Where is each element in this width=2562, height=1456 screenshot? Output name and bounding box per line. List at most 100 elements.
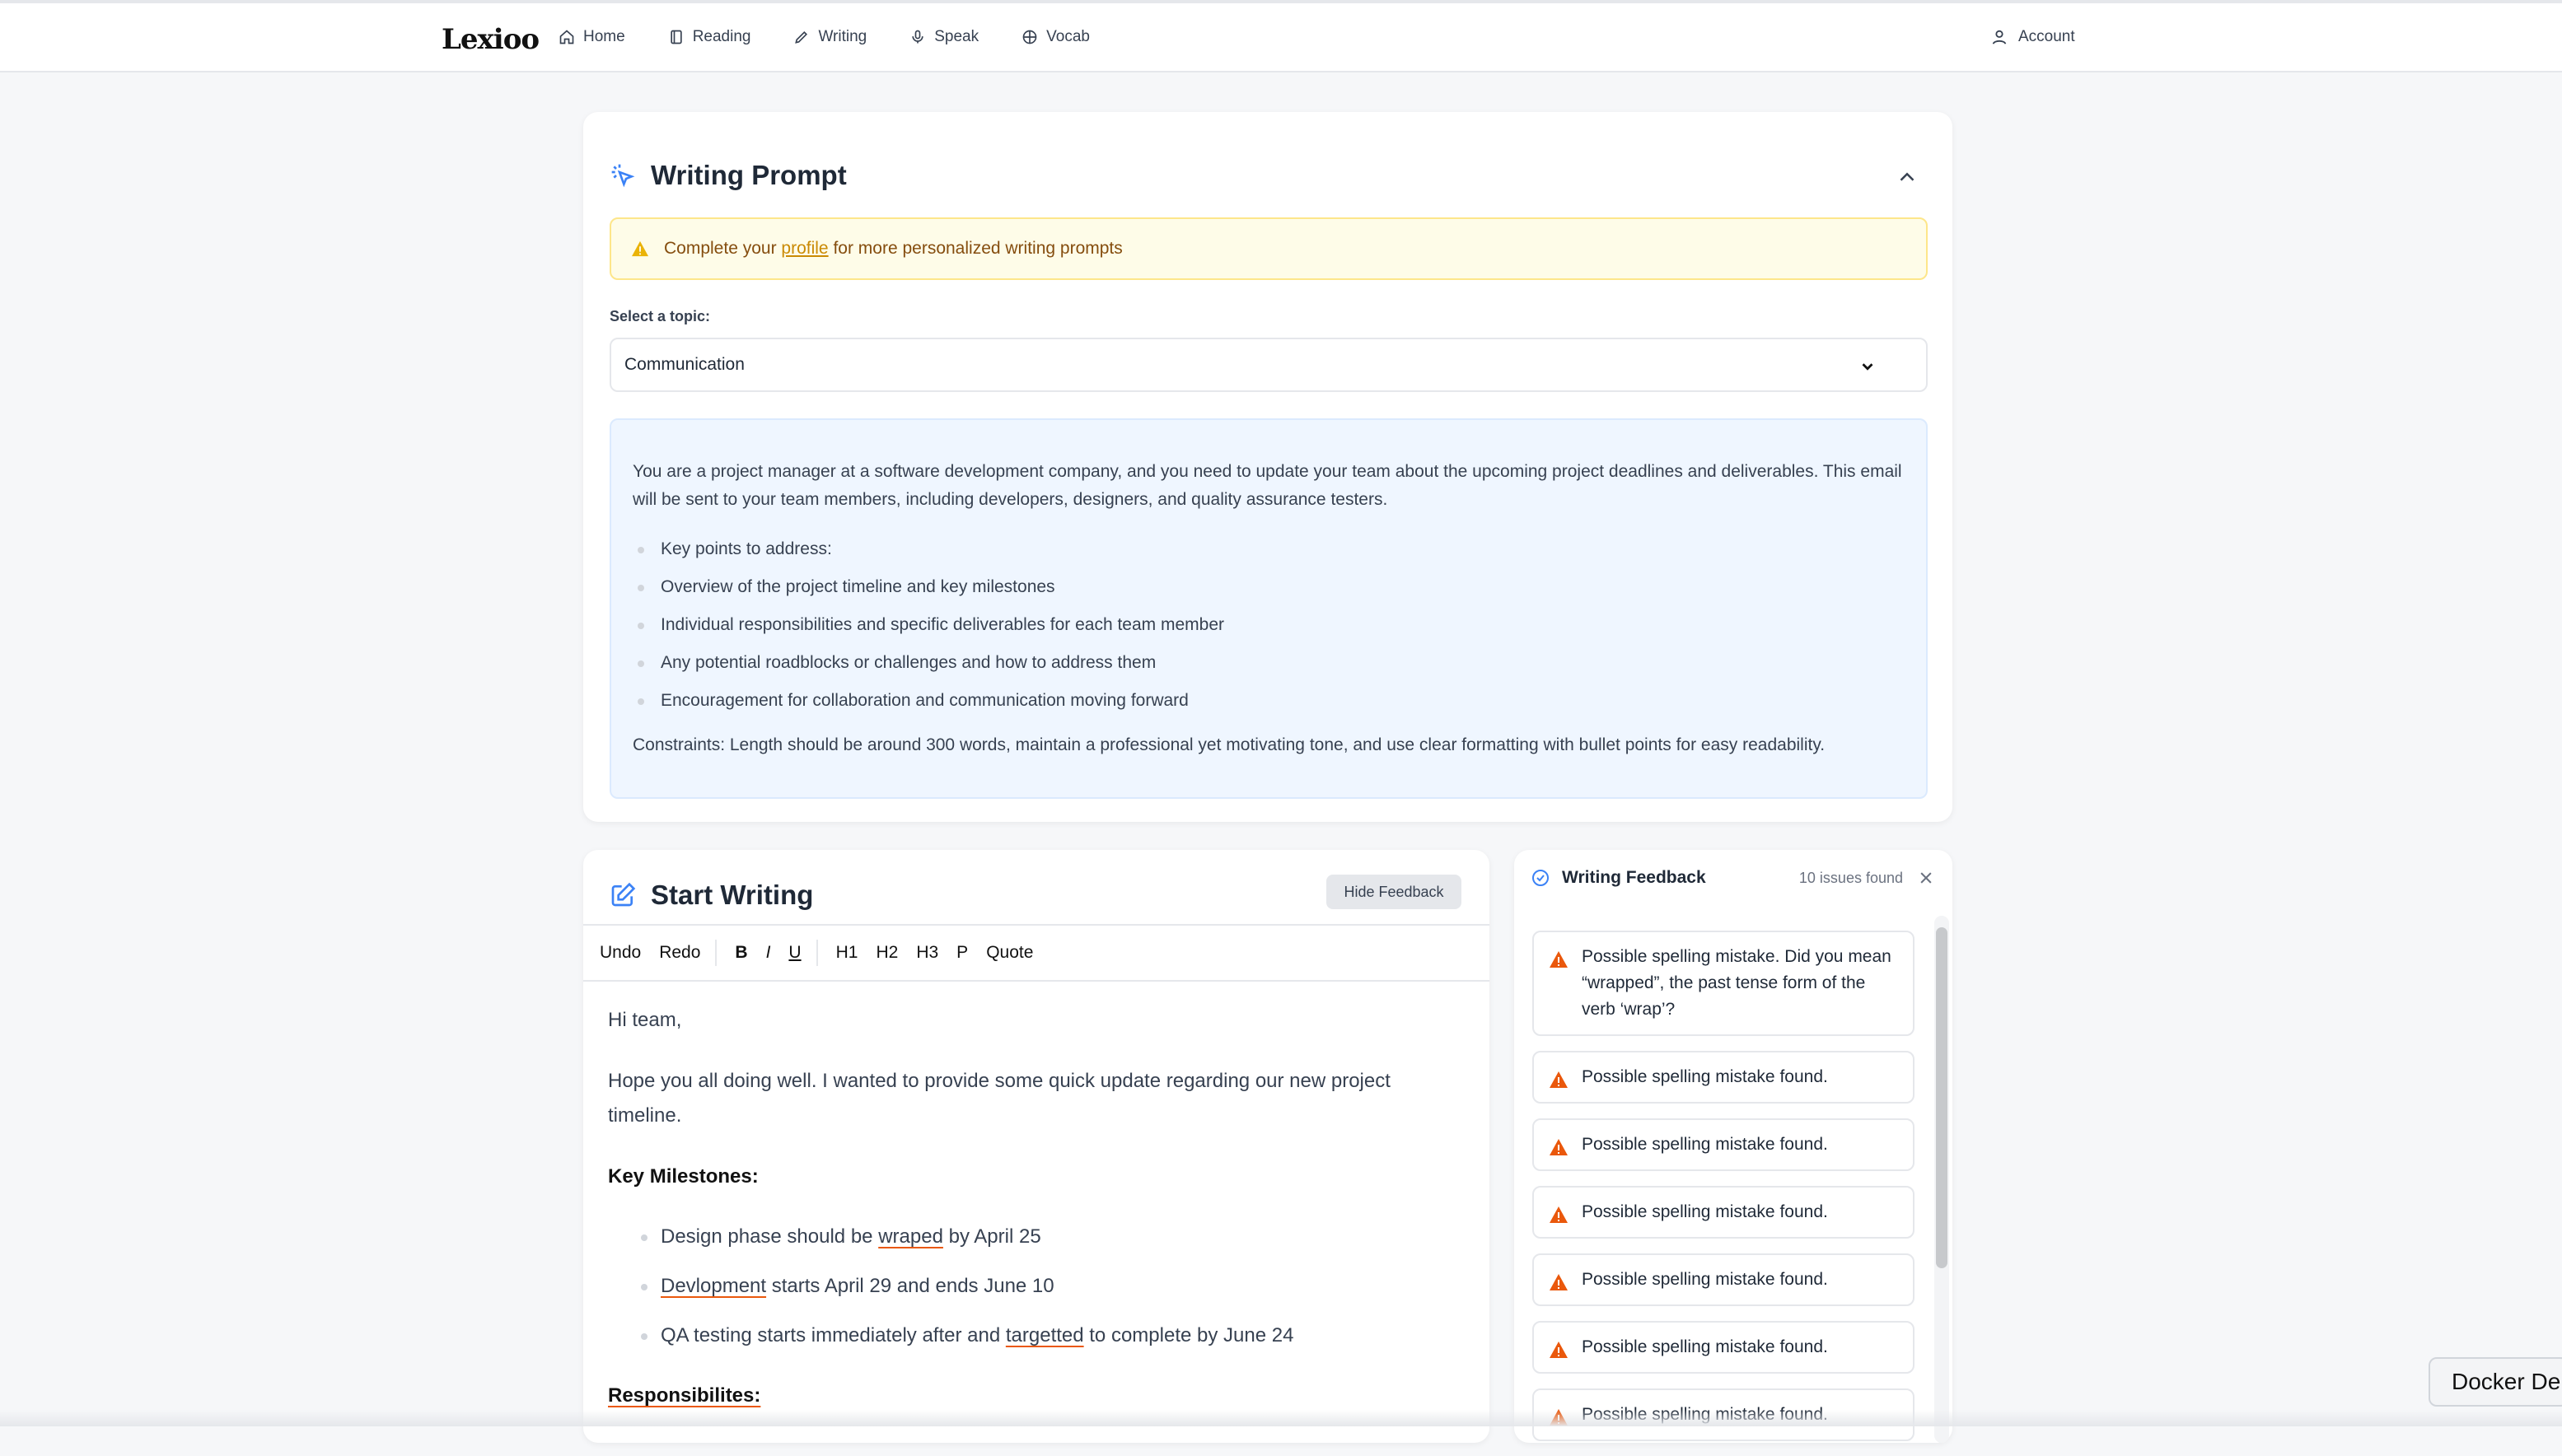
profile-link[interactable]: profile [781, 239, 828, 258]
cursor-click-icon [611, 164, 635, 188]
prompt-description: You are a project manager at a software … [610, 418, 1928, 799]
pencil-icon [795, 30, 808, 44]
globe-icon [1022, 30, 1037, 44]
topic-select-value: Communication [624, 355, 745, 374]
nav-speak-label: Speak [934, 28, 979, 45]
feedback-item[interactable]: Possible spelling mistake found. [1532, 1118, 1914, 1171]
milestone-text: QA testing starts immediately after and [661, 1324, 1001, 1346]
start-writing-header: Start Writing [610, 880, 813, 911]
prompt-constraints: Constraints: Length should be around 300… [633, 735, 1826, 754]
writing-prompt-header: Writing Prompt [610, 160, 847, 191]
underline-button[interactable]: U [788, 943, 801, 963]
editor-heading-responsibilities: Responsibilites: [608, 1379, 1432, 1413]
close-icon[interactable] [1918, 870, 1934, 886]
nav-speak[interactable]: Speak [909, 28, 979, 46]
list-item: Key points to address: [633, 530, 1905, 568]
list-item: QA testing starts immediately after and … [608, 1311, 1432, 1360]
account-label: Account [2018, 28, 2075, 45]
feedback-item[interactable]: Possible spelling mistake found. [1532, 1051, 1914, 1104]
scrollbar-thumb[interactable] [1936, 927, 1947, 1268]
top-nav-bar: Lexioo Home Reading Writing Speak Vocab … [0, 0, 2562, 72]
feedback-text: Possible spelling mistake found. [1582, 1135, 1828, 1154]
writing-feedback-panel: Writing Feedback 10 issues found Possibl… [1514, 850, 1952, 1443]
spelling-error[interactable]: wraped [878, 1225, 943, 1248]
app-logo[interactable]: Lexioo [442, 23, 540, 56]
mic-icon [912, 30, 923, 44]
feedback-list: Possible spelling mistake. Did you mean … [1532, 931, 1914, 1456]
nav-reading-label: Reading [692, 28, 751, 45]
list-item: Any potential roadblocks or challenges a… [633, 644, 1905, 682]
toolbar-divider [715, 940, 718, 966]
nav-home-label: Home [583, 28, 625, 45]
profile-alert: Complete your profile for more personali… [610, 217, 1928, 280]
editor-toolbar: Undo Redo B I U H1 H2 H3 P Quote [583, 924, 1489, 982]
feedback-item[interactable]: Possible spelling mistake found. [1532, 1321, 1914, 1374]
issue-count: 10 issues found [1798, 869, 1903, 886]
redo-button[interactable]: Redo [659, 943, 700, 963]
h2-button[interactable]: H2 [876, 943, 898, 963]
chevron-down-icon [1862, 363, 1873, 371]
feedback-text: Possible spelling mistake. Did you mean … [1582, 947, 1891, 1019]
italic-button[interactable]: I [766, 943, 771, 963]
spelling-error[interactable]: Responsibilites: [608, 1384, 760, 1407]
book-icon [671, 30, 682, 44]
milestone-text: Design phase should be [661, 1225, 873, 1248]
warning-icon [1550, 951, 1568, 968]
spelling-error[interactable]: Devlopment [661, 1275, 766, 1297]
hide-feedback-button[interactable]: Hide Feedback [1326, 875, 1461, 909]
milestone-text: to complete by June 24 [1089, 1324, 1294, 1346]
editor-heading-milestones: Key Milestones: [608, 1165, 759, 1188]
user-icon [1992, 30, 2007, 44]
bottom-fade [0, 1410, 2562, 1426]
feedback-header: Writing Feedback 10 issues found [1531, 868, 1934, 888]
alert-text: Complete your profile for more personali… [664, 239, 1123, 259]
chevron-up-icon[interactable] [1895, 165, 1919, 189]
feedback-item[interactable]: Possible spelling mistake. Did you mean … [1532, 931, 1914, 1036]
alert-text-post: for more personalized writing prompts [833, 239, 1123, 258]
warning-icon [1550, 1071, 1568, 1088]
account-link[interactable]: Account [1990, 28, 2075, 46]
feedback-title: Writing Feedback [1562, 868, 1706, 887]
milestone-text: starts April 29 and ends June 10 [771, 1275, 1054, 1297]
prompt-points: Key points to address: Overview of the p… [633, 530, 1905, 720]
paragraph-button[interactable]: P [956, 943, 968, 963]
start-writing-title: Start Writing [651, 880, 814, 910]
nav-vocab[interactable]: Vocab [1022, 28, 1090, 46]
feedback-item[interactable]: Possible spelling mistake found. [1532, 1186, 1914, 1239]
feedback-item[interactable]: Possible spelling mistake found. [1532, 1253, 1914, 1306]
writing-prompt-card: Writing Prompt Complete your profile for… [583, 112, 1952, 822]
topic-select[interactable]: Communication [610, 338, 1928, 392]
docker-tooltip[interactable]: Docker De [2429, 1357, 2562, 1407]
quote-button[interactable]: Quote [986, 943, 1033, 963]
editor-paragraph: Hope you all doing well. I wanted to pro… [608, 1070, 1391, 1127]
spelling-error[interactable]: targetted [1006, 1324, 1084, 1346]
nav-writing[interactable]: Writing [793, 28, 867, 46]
list-item: Encouragement for collaboration and comm… [633, 682, 1905, 720]
text-editor[interactable]: Hi team, Hope you all doing well. I want… [608, 1003, 1432, 1440]
nav-writing-label: Writing [818, 28, 867, 45]
milestones-list: Design phase should be wraped by April 2… [608, 1212, 1432, 1360]
prompt-intro: You are a project manager at a software … [633, 462, 1902, 509]
warning-icon [1550, 1206, 1568, 1223]
editor-greeting: Hi team, [608, 1009, 682, 1031]
feedback-text: Possible spelling mistake found. [1582, 1270, 1828, 1289]
feedback-text: Possible spelling mistake found. [1582, 1337, 1828, 1356]
nav-home[interactable]: Home [559, 28, 625, 46]
topic-label: Select a topic: [610, 308, 711, 324]
feedback-text: Possible spelling mistake found. [1582, 1202, 1828, 1221]
warning-icon [632, 240, 648, 257]
h3-button[interactable]: H3 [916, 943, 938, 963]
list-item: Overview of the project timeline and key… [633, 568, 1905, 606]
warning-icon [1550, 1342, 1568, 1358]
warning-icon [1550, 1274, 1568, 1290]
feedback-scrollbar[interactable] [1934, 916, 1949, 1443]
h1-button[interactable]: H1 [836, 943, 858, 963]
start-writing-card: Start Writing Hide Feedback Undo Redo B … [583, 850, 1489, 1443]
nav-reading[interactable]: Reading [668, 28, 751, 46]
feedback-text: Possible spelling mistake found. [1582, 1067, 1828, 1086]
alert-text-pre: Complete your [664, 239, 777, 258]
undo-button[interactable]: Undo [600, 943, 641, 963]
warning-icon [1550, 1139, 1568, 1155]
nav-vocab-label: Vocab [1046, 28, 1090, 45]
bold-button[interactable]: B [735, 943, 747, 963]
